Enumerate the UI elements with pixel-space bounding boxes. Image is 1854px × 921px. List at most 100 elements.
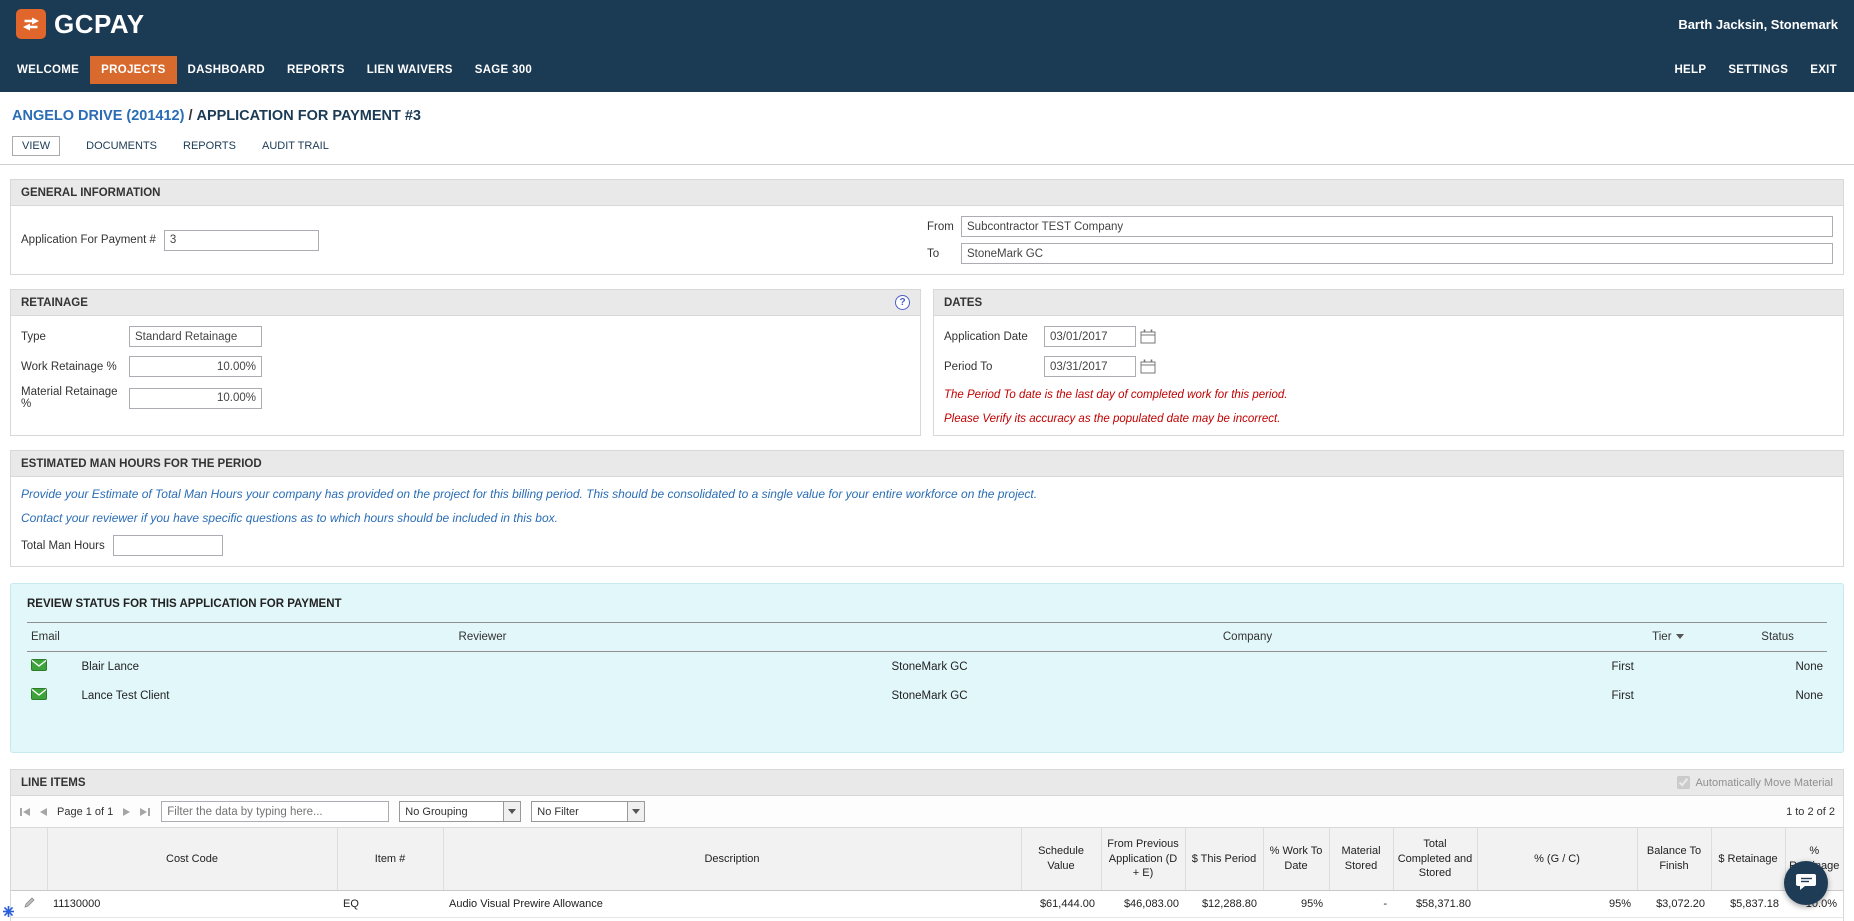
application-number-label: Application For Payment # <box>21 234 156 246</box>
edit-icon[interactable] <box>23 896 36 912</box>
reviewer-company: StoneMark GC <box>891 689 968 702</box>
pager-page-text: Page 1 of 1 <box>57 805 114 818</box>
nav-item-reports[interactable]: REPORTS <box>276 56 356 84</box>
cell-pct-g-c: 95% <box>1477 890 1637 918</box>
to-label: To <box>927 247 940 260</box>
grouping-select-value: No Grouping <box>405 805 468 818</box>
pager-prev-icon[interactable] <box>38 807 48 817</box>
col-from-previous-application: From Previous Application (D + E) <box>1100 828 1185 891</box>
col-status: Status <box>1728 623 1827 652</box>
pager: Page 1 of 1 <box>19 806 151 818</box>
user-name: Barth Jacksin, Stonemark <box>1678 16 1838 32</box>
total-man-hours-input[interactable] <box>113 535 223 556</box>
cell-description: Audio Visual Prewire Allowance <box>443 890 1021 918</box>
nav-item-exit[interactable]: EXIT <box>1799 56 1848 84</box>
review-status-panel: REVIEW STATUS FOR THIS APPLICATION FOR P… <box>10 583 1844 753</box>
email-icon[interactable] <box>31 659 47 674</box>
man-hours-info-line1: Provide your Estimate of Total Man Hours… <box>21 487 1038 501</box>
filter-select[interactable]: No Filter <box>531 801 646 822</box>
line-items-toolbar: Page 1 of 1 No Grouping No Filter 1 to 2… <box>11 796 1843 828</box>
col-pct-work-to-date: % Work To Date <box>1262 828 1329 891</box>
application-date-label: Application Date <box>944 330 1028 343</box>
gcpay-logo-icon <box>16 9 46 39</box>
col-tier[interactable]: Tier <box>1607 623 1729 652</box>
chevron-down-icon <box>627 802 645 821</box>
auto-move-material-checkbox <box>1677 776 1691 789</box>
reviewer-row: Lance Test Client StoneMark GC First Non… <box>27 681 1827 710</box>
reviewer-status: None <box>1795 660 1824 673</box>
cell-description: Appliances <box>443 917 1021 921</box>
calendar-icon[interactable] <box>1140 359 1156 374</box>
tab-audit-trail[interactable]: AUDIT TRAIL <box>262 140 329 152</box>
cell-pct-work-to-date: 95% <box>1263 917 1329 921</box>
nav-item-settings[interactable]: SETTINGS <box>1717 56 1799 84</box>
pager-range-text: 1 to 2 of 2 <box>1786 805 1835 818</box>
period-to-warning-line1: The Period To date is the last day of co… <box>944 389 1288 401</box>
review-table-header-row: Email Reviewer Company Tier Status <box>27 623 1827 652</box>
col-company: Company <box>887 623 1608 652</box>
line-items-header: LINE ITEMS <box>21 776 86 789</box>
email-icon[interactable] <box>31 688 47 703</box>
help-icon[interactable]: ? <box>895 295 910 310</box>
chevron-down-icon <box>503 802 521 821</box>
reviewer-row: Blair Lance StoneMark GC First None <box>27 652 1827 682</box>
chat-button[interactable] <box>1784 861 1828 905</box>
col-total-completed-stored: Total Completed and Stored <box>1392 828 1477 891</box>
line-items-filter-input[interactable] <box>161 801 390 822</box>
period-to-warning-line2: Please Verify its accuracy as the popula… <box>944 413 1281 425</box>
man-hours-info-line2: Contact your reviewer if you have specif… <box>21 511 558 525</box>
accessibility-widget-icon[interactable] <box>3 906 14 920</box>
pager-last-icon[interactable] <box>139 807 151 817</box>
material-retainage-input[interactable] <box>129 387 262 409</box>
cell-from-previous: $46,083.00 <box>1101 890 1185 918</box>
application-number-input[interactable] <box>163 229 319 251</box>
dates-section: DATES Application Date Peri <box>933 289 1844 436</box>
cell-pct-work-to-date: 95% <box>1263 890 1329 918</box>
cell-pct-retainage: 10.0% <box>1785 917 1843 921</box>
application-date-input[interactable] <box>1044 326 1136 347</box>
reviewer-name: Blair Lance <box>81 660 140 673</box>
nav-item-dashboard[interactable]: DASHBOARD <box>177 56 276 84</box>
nav-item-lien-waivers[interactable]: LIEN WAIVERS <box>356 56 464 84</box>
cell-cost-code: 11130000 <box>47 890 337 918</box>
cell-material-stored: - <box>1329 917 1393 921</box>
man-hours-section: ESTIMATED MAN HOURS FOR THE PERIOD Provi… <box>10 450 1844 567</box>
tab-view[interactable]: VIEW <box>12 136 61 156</box>
top-header: GCPAY Barth Jacksin, Stonemark <box>0 0 1854 48</box>
cell-cost-code: 11452000 <box>47 917 337 921</box>
reviewer-status: None <box>1795 689 1824 702</box>
pager-next-icon[interactable] <box>122 807 132 817</box>
sort-caret-icon <box>1675 634 1684 640</box>
work-retainage-input[interactable] <box>129 356 262 377</box>
pager-first-icon[interactable] <box>19 807 31 817</box>
work-retainage-label: Work Retainage % <box>21 360 117 373</box>
calendar-icon[interactable] <box>1140 329 1156 344</box>
retainage-type-label: Type <box>21 330 46 343</box>
col-dollar-retainage: $ Retainage <box>1710 828 1785 891</box>
breadcrumb-project-link[interactable]: ANGELO DRIVE (201412) <box>12 108 184 124</box>
retainage-type-input[interactable] <box>129 326 262 347</box>
period-to-label: Period To <box>944 360 993 373</box>
main-content: GENERAL INFORMATION Application For Paym… <box>0 179 1854 921</box>
review-status-title: REVIEW STATUS FOR THIS APPLICATION FOR P… <box>27 598 342 610</box>
reviewer-name: Lance Test Client <box>81 689 170 702</box>
cell-schedule-value: $61,444.00 <box>1021 890 1101 918</box>
period-to-input[interactable] <box>1044 356 1136 377</box>
tab-documents[interactable]: DOCUMENTS <box>86 140 157 152</box>
grouping-select[interactable]: No Grouping <box>399 801 522 822</box>
cell-material-stored: - <box>1329 890 1393 918</box>
from-input[interactable] <box>961 216 1833 237</box>
nav-item-welcome[interactable]: WELCOME <box>6 56 90 84</box>
main-nav: WELCOME PROJECTS DASHBOARD REPORTS LIEN … <box>0 48 1854 92</box>
from-label: From <box>927 220 954 233</box>
col-item-number: Item # <box>336 828 443 891</box>
reviewer-tier: First <box>1611 660 1634 673</box>
nav-item-projects[interactable]: PROJECTS <box>90 56 177 84</box>
nav-item-help[interactable]: HELP <box>1663 56 1717 84</box>
gcpay-logo[interactable]: GCPAY <box>16 9 145 40</box>
tab-reports[interactable]: REPORTS <box>183 140 236 152</box>
line-items-header-row: Cost Code Item # Description Schedule Va… <box>11 828 1843 891</box>
to-input[interactable] <box>961 243 1833 264</box>
dates-header: DATES <box>934 290 1843 316</box>
nav-item-sage-300[interactable]: SAGE 300 <box>464 56 543 84</box>
